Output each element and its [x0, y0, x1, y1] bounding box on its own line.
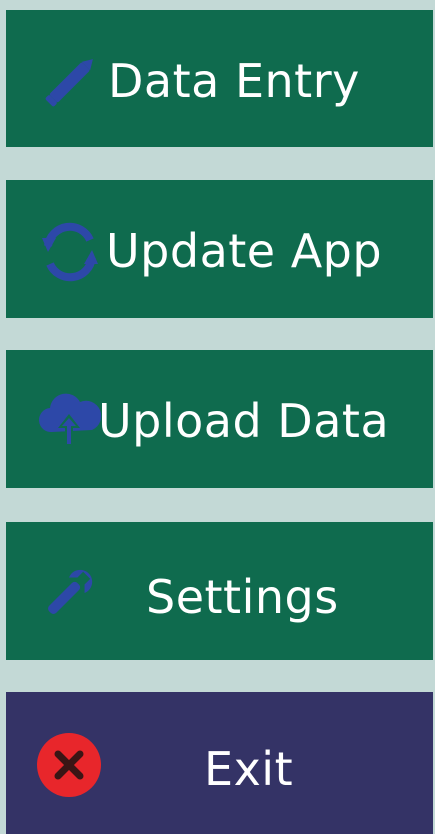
upload-data-label: Upload Data — [98, 394, 390, 448]
exit-button[interactable]: Exit — [6, 692, 433, 834]
data-entry-button[interactable]: Data Entry — [6, 10, 433, 147]
upload-data-button[interactable]: Upload Data — [6, 350, 433, 488]
settings-button[interactable]: Settings — [6, 522, 433, 660]
data-entry-label: Data Entry — [108, 54, 360, 108]
wrench-icon — [34, 558, 104, 628]
update-app-button[interactable]: Update App — [6, 180, 433, 318]
exit-label: Exit — [204, 742, 294, 796]
close-circle-icon — [34, 730, 104, 800]
pencil-icon — [36, 46, 106, 116]
sync-icon — [34, 216, 106, 286]
cloud-upload-icon — [34, 386, 104, 456]
settings-label: Settings — [146, 570, 339, 624]
update-app-label: Update App — [106, 224, 383, 278]
